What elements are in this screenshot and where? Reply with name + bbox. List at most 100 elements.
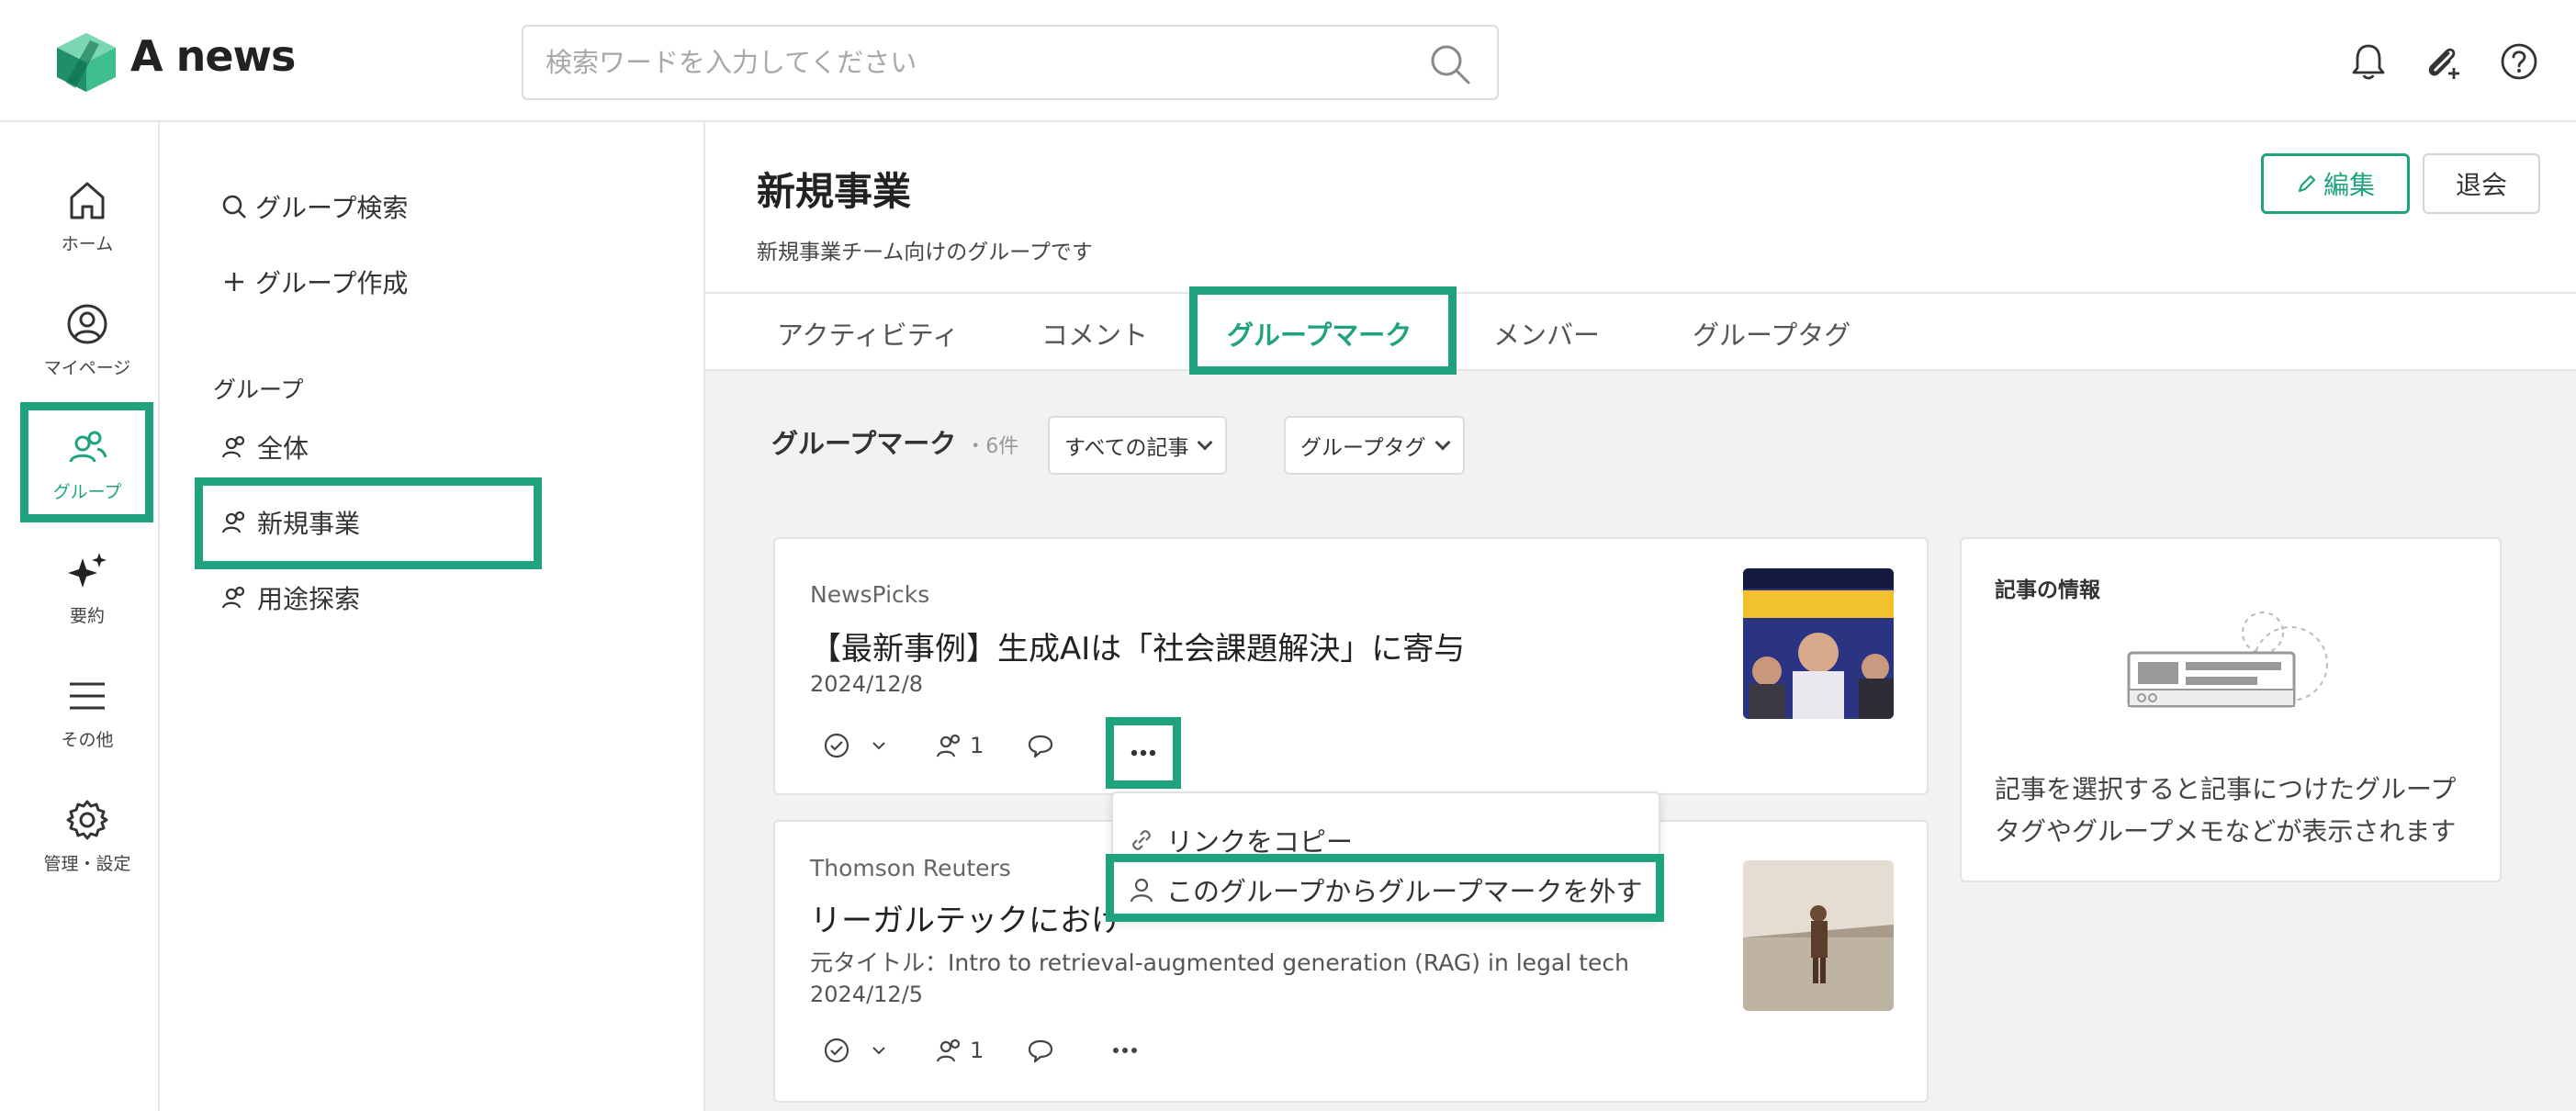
main-content: 新規事業 新規事業チーム向けのグループです 編集 退会 アクティビティ コメント…	[705, 122, 2576, 1111]
group-item-use-exploration[interactable]: 用途探索	[220, 579, 360, 616]
member-count: 1	[970, 733, 984, 758]
article-original-title: 元タイトル：Intro to retrieval-augmented gener…	[810, 949, 1629, 976]
group-members-button[interactable]: 1	[935, 732, 984, 759]
chevron-down-icon	[872, 1047, 885, 1055]
check-circle-icon	[824, 1038, 849, 1063]
app-logo-icon[interactable]	[53, 31, 119, 94]
plus-icon	[225, 273, 243, 291]
article-source: NewsPicks	[810, 581, 930, 608]
tab-group-tags[interactable]: グループタグ	[1693, 314, 1850, 353]
list-title: グループマーク	[771, 428, 957, 459]
leave-button[interactable]: 退会	[2423, 153, 2540, 214]
group-item-label: 用途探索	[257, 584, 361, 614]
article-image	[1743, 568, 1894, 719]
group-heading: グループ	[213, 376, 304, 403]
rail-item-settings[interactable]: 管理・設定	[15, 797, 160, 907]
tab-bar: アクティビティ コメント グループマーク メンバー グループタグ	[705, 294, 2576, 371]
rail-item-home[interactable]: ホーム	[15, 177, 160, 287]
comment-icon	[1029, 735, 1053, 758]
rail-label: 管理・設定	[43, 854, 131, 874]
rail-item-mypage[interactable]: マイページ	[15, 301, 160, 411]
search-icon	[222, 195, 246, 219]
group-search-link[interactable]: グループ検索	[220, 188, 408, 225]
article-actions: 1	[823, 732, 1055, 759]
article-date: 2024/12/8	[810, 671, 924, 697]
group-item-all[interactable]: 全体	[220, 429, 309, 466]
group-members-button[interactable]: 1	[935, 1037, 984, 1064]
comment-icon	[1029, 1039, 1053, 1063]
info-panel-text: 記事を選択すると記事につけたグループタグやグループメモなどが表示されます	[1995, 774, 2457, 847]
bell-icon[interactable]	[2347, 40, 2390, 83]
comment-button[interactable]	[1026, 1037, 1055, 1064]
tab-activity[interactable]: アクティビティ	[777, 314, 959, 353]
chevron-down-icon	[1197, 434, 1213, 451]
comment-button[interactable]	[1026, 732, 1055, 759]
page-title: 新規事業	[757, 169, 912, 214]
more-button-highlighted[interactable]	[1106, 717, 1181, 789]
edit-button[interactable]: 編集	[2261, 153, 2410, 214]
group-panel: グループ検索 グループ作成 グループ 全体 新規事業 用途探索	[160, 122, 705, 1111]
help-icon[interactable]	[2498, 40, 2540, 83]
app-name[interactable]: A news	[130, 31, 296, 81]
group-item-label: 全体	[257, 433, 309, 464]
rail-label: マイページ	[43, 358, 131, 378]
search-box[interactable]	[522, 25, 1499, 100]
more-horizontal-icon	[1113, 1048, 1138, 1053]
sparkle-icon	[68, 553, 107, 588]
article-thumbnail[interactable]	[1743, 568, 1894, 719]
filter-group-tag[interactable]: グループタグ	[1284, 416, 1465, 475]
article-title[interactable]: 【最新事例】生成AIは「社会課題解決」に寄与	[810, 623, 1465, 668]
article-title[interactable]: リーガルテックにおけ	[810, 895, 1122, 940]
search-input[interactable]	[546, 39, 1372, 85]
article-info-illustration	[2127, 612, 2328, 708]
rail-label: 要約	[69, 606, 105, 626]
list-header: グループマーク ・6件	[771, 422, 1018, 461]
article-thumbnail[interactable]	[1743, 860, 1894, 1011]
list-count: ・6件	[965, 435, 1019, 458]
article-image	[1743, 860, 1894, 1011]
search-icon[interactable]	[1427, 41, 1473, 87]
group-create-label: グループ作成	[255, 268, 409, 298]
chevron-down-icon	[872, 742, 885, 750]
menu-icon	[70, 682, 105, 710]
more-button[interactable]	[1108, 1037, 1142, 1064]
rail-item-other[interactable]: その他	[15, 673, 160, 783]
article-source: Thomson Reuters	[810, 855, 1011, 881]
left-rail: ホーム マイページ グループ 要約 その他 管理・設定	[15, 122, 160, 1111]
chevron-down-icon	[1434, 434, 1451, 451]
filter-label: すべての記事	[1064, 436, 1189, 460]
attach-add-icon[interactable]	[2421, 40, 2463, 83]
gear-icon	[66, 800, 108, 840]
tab-members[interactable]: メンバー	[1493, 314, 1600, 353]
group-header: 新規事業 新規事業チーム向けのグループです 編集 退会	[705, 122, 2576, 294]
group-icon	[936, 734, 961, 758]
info-panel-title: 記事の情報	[1995, 578, 2100, 602]
menu-item-highlight	[1106, 854, 1664, 922]
rail-label: ホーム	[61, 234, 114, 254]
article-date: 2024/12/5	[810, 982, 924, 1007]
home-icon	[70, 182, 105, 219]
pencil-icon	[2298, 174, 2316, 193]
more-horizontal-icon	[1131, 749, 1156, 757]
filter-all-articles[interactable]: すべての記事	[1048, 416, 1228, 475]
filter-label: グループタグ	[1300, 436, 1426, 460]
article-card[interactable]: NewsPicks 【最新事例】生成AIは「社会課題解決」に寄与 2024/12…	[773, 537, 1929, 795]
user-circle-icon	[67, 304, 107, 344]
member-count: 1	[970, 1038, 984, 1063]
rail-group-highlight	[20, 402, 153, 522]
tab-comments[interactable]: コメント	[1041, 314, 1148, 353]
group-create-link[interactable]: グループ作成	[220, 264, 408, 300]
top-header: A news	[0, 0, 2576, 122]
tab-highlight	[1189, 286, 1457, 375]
read-check-button[interactable]	[823, 1037, 889, 1064]
rail-label: その他	[61, 730, 114, 750]
group-icon	[221, 435, 245, 458]
read-check-button[interactable]	[823, 732, 889, 759]
rail-item-summary[interactable]: 要約	[15, 549, 160, 659]
edit-label: 編集	[2323, 170, 2375, 200]
group-item-highlight	[195, 477, 542, 569]
link-icon	[1132, 830, 1151, 850]
page-description: 新規事業チーム向けのグループです	[757, 241, 1093, 264]
group-icon	[221, 586, 245, 609]
article-info-panel: 記事の情報 記事を選択すると記事につけたグループタグやグループメモなどが表示され…	[1960, 537, 2502, 882]
